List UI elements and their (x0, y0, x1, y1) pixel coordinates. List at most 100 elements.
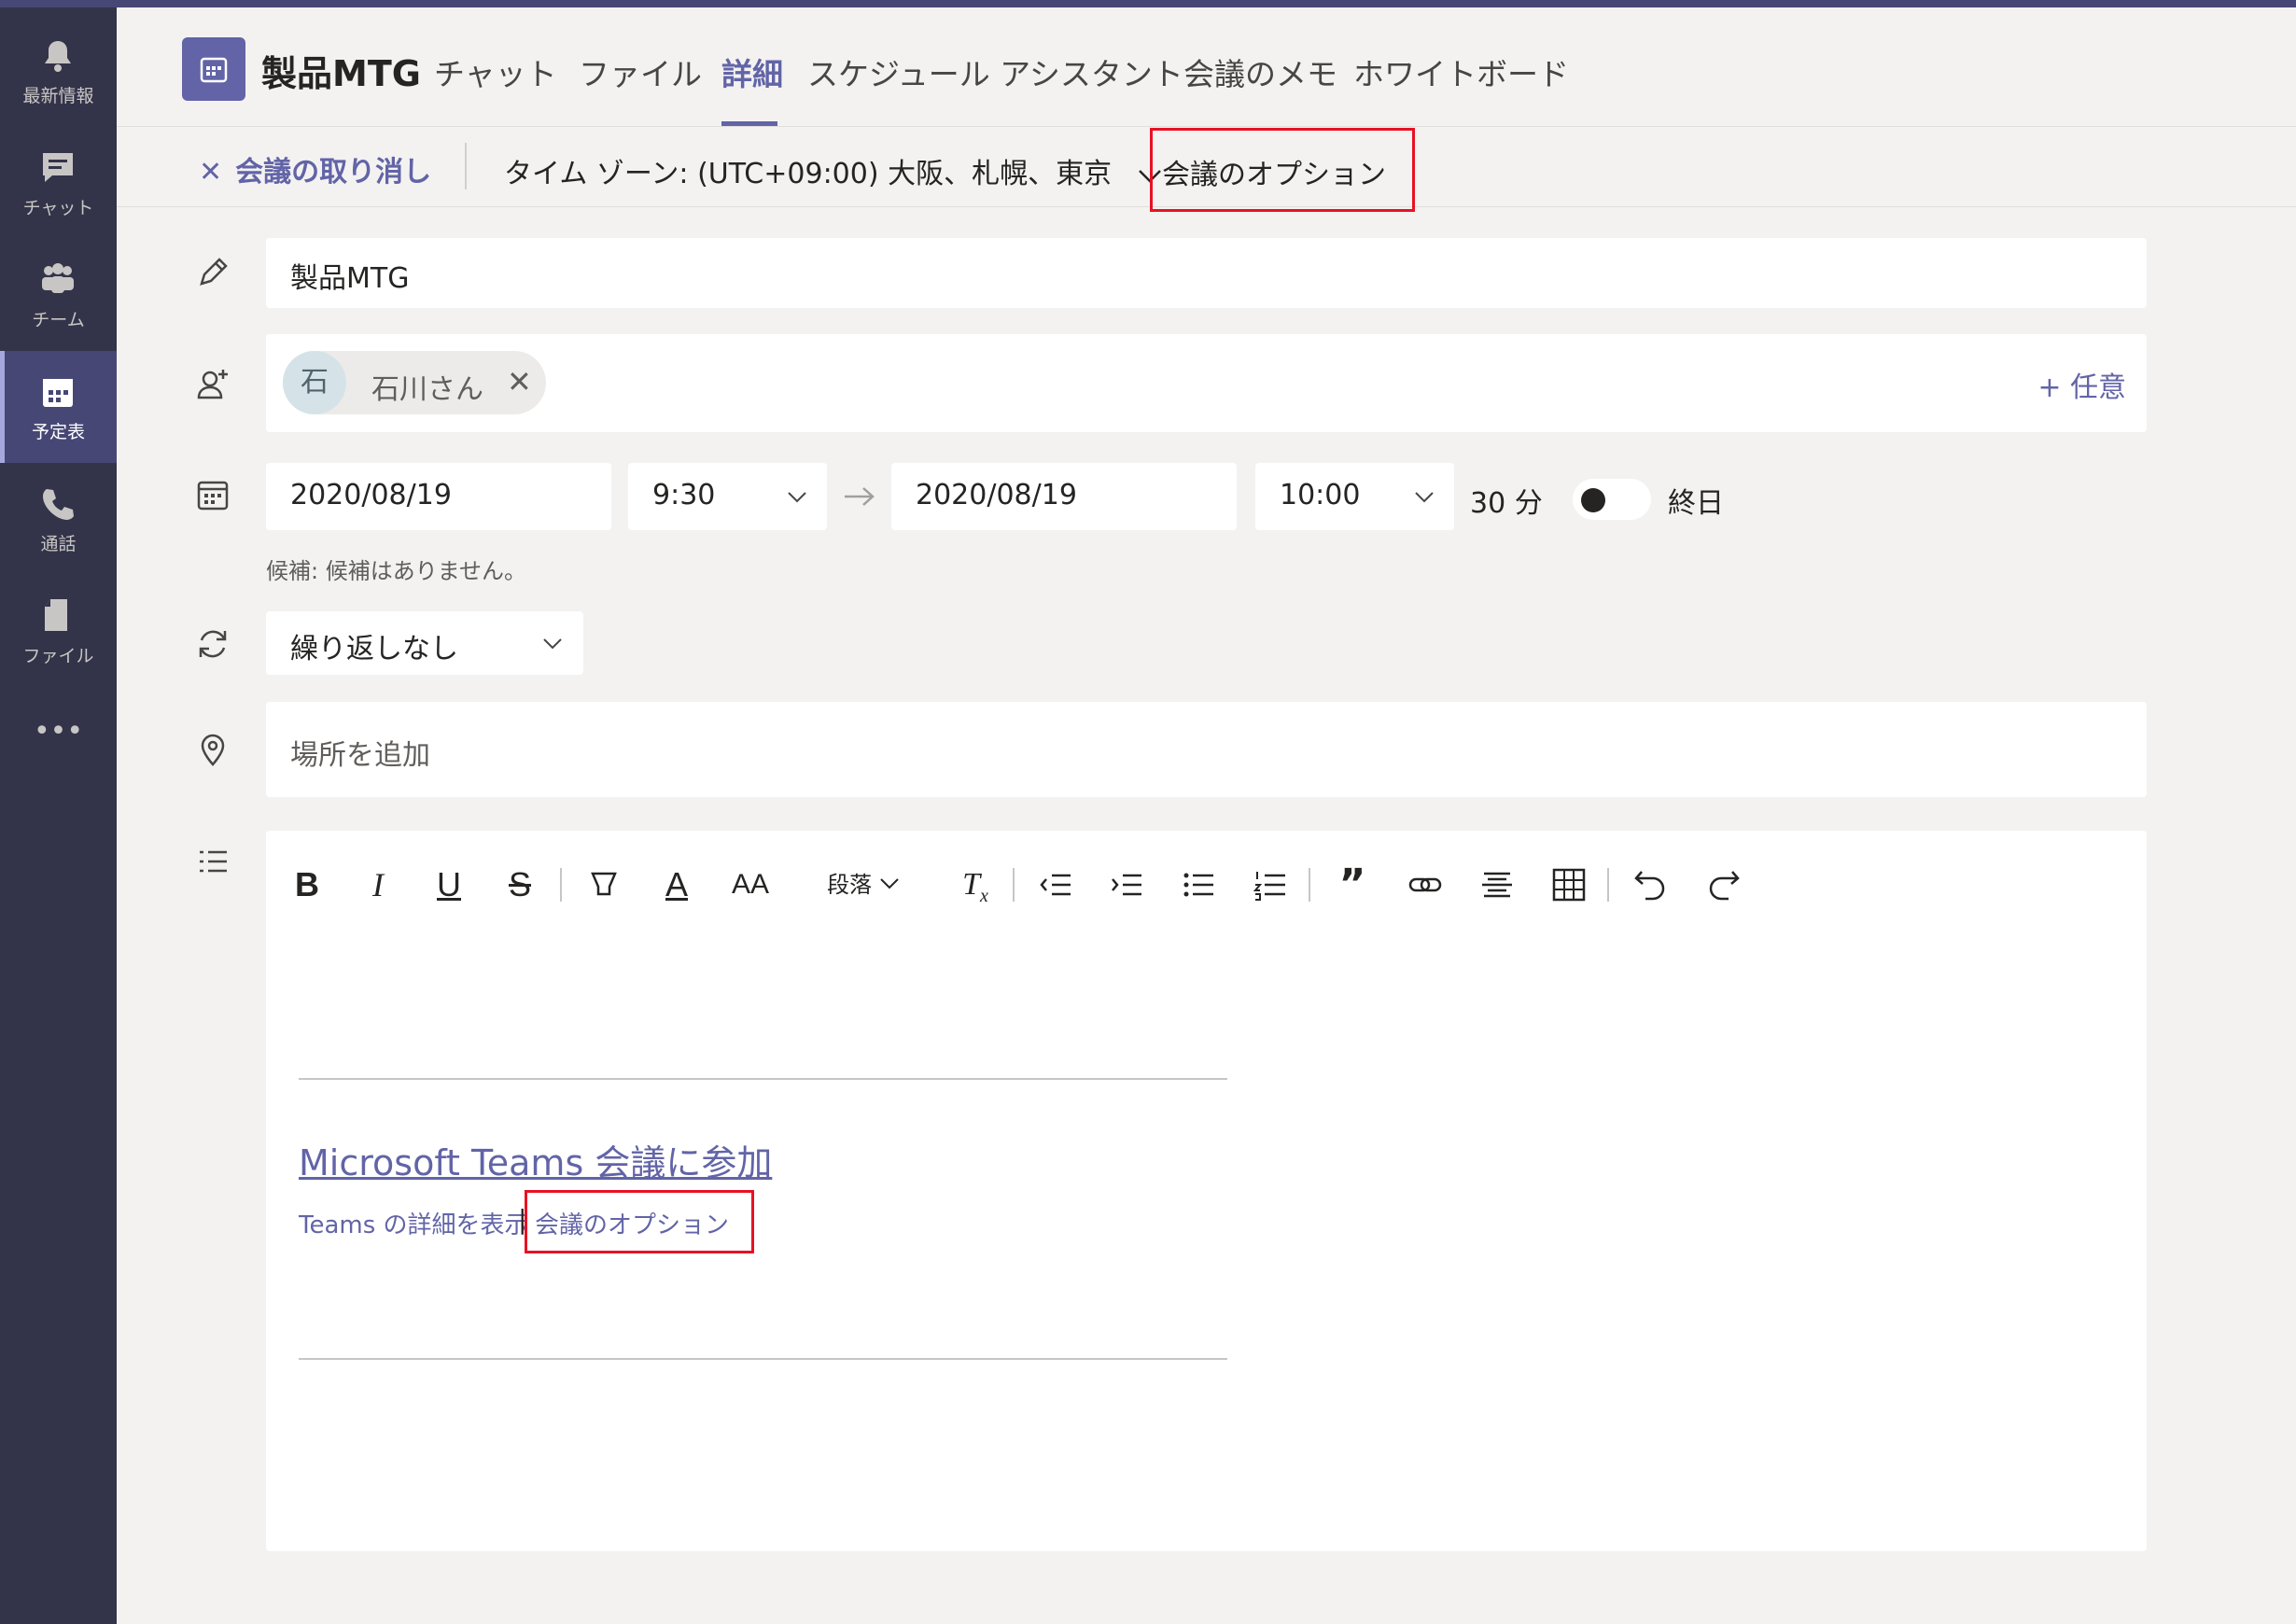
calendar-icon (43, 379, 73, 407)
recurrence-value: 繰り返しなし (290, 633, 458, 665)
list-details-icon (200, 850, 227, 873)
start-date-value: 2020/08/19 (290, 479, 452, 511)
redo-icon[interactable] (1701, 859, 1745, 911)
divider-line (299, 1358, 1227, 1360)
rail-label: 最新情報 (22, 86, 94, 106)
paragraph-label: 段落 (827, 872, 873, 898)
description-editor[interactable]: B I U S A AA 段落 Tx ” Microsoft Teams 会議に… (266, 831, 2147, 1551)
font-color-icon[interactable]: A (656, 859, 697, 911)
divider-line (299, 1078, 1227, 1080)
meeting-options-label: 会議のオプション (1162, 159, 1386, 191)
file-icon (45, 599, 67, 631)
toolbar-divider (1309, 868, 1310, 902)
more-icon: ••• (33, 715, 84, 748)
paragraph-dropdown[interactable]: 段落 (817, 859, 910, 911)
highlight-icon[interactable] (583, 859, 624, 911)
calendar-icon (197, 481, 229, 511)
rail-item-files[interactable]: ファイル (0, 575, 117, 687)
command-divider (465, 143, 467, 189)
tab-meeting-notes[interactable]: 会議のメモ (1183, 49, 1337, 94)
meeting-title: 製品MTG (261, 53, 421, 94)
attendee-chip[interactable]: 石 石川さん ✕ (283, 351, 546, 414)
increase-indent-icon[interactable] (1104, 859, 1149, 911)
rail-label: チャット (22, 198, 94, 218)
undo-icon[interactable] (1629, 859, 1673, 911)
attendee-name: 石川さん (371, 373, 483, 406)
pencil-icon (200, 258, 228, 286)
rail-item-calls[interactable]: 通話 (0, 463, 117, 575)
clear-formatting-icon[interactable]: Tx (952, 859, 999, 911)
rail-item-chat[interactable]: チャット (0, 127, 117, 239)
start-date-field[interactable]: 2020/08/19 (266, 463, 611, 530)
font-size-icon[interactable]: AA (727, 859, 774, 911)
rail-item-activity[interactable]: 最新情報 (0, 15, 117, 127)
location-pin-icon (201, 734, 225, 766)
remove-attendee-icon[interactable]: ✕ (507, 364, 532, 399)
rail-label: 予定表 (31, 422, 85, 442)
repeat-icon (199, 630, 227, 658)
underline-icon[interactable]: U (428, 859, 469, 911)
rail-item-more[interactable]: ••• (0, 687, 117, 799)
start-time-dropdown[interactable]: 9:30 (628, 463, 827, 530)
recurrence-dropdown[interactable]: 繰り返しなし (266, 611, 583, 675)
tab-details[interactable]: 詳細 (721, 49, 783, 94)
meeting-calendar-icon (182, 37, 245, 101)
end-time-value: 10:00 (1280, 479, 1361, 511)
teams-details-link[interactable]: Teams の詳細を表示 (299, 1206, 529, 1240)
arrow-right-icon (845, 487, 875, 506)
join-meeting-link[interactable]: Microsoft Teams 会議に参加 (299, 1134, 772, 1185)
italic-icon[interactable]: I (357, 859, 399, 911)
end-date-field[interactable]: 2020/08/19 (891, 463, 1237, 530)
command-bar: ✕ 会議の取り消し タイム ゾーン: (UTC+09:00) 大阪、札幌、東京 会… (117, 128, 2296, 212)
start-time-value: 9:30 (652, 479, 716, 511)
phone-icon (43, 489, 74, 520)
quote-icon[interactable]: ” (1330, 859, 1375, 911)
strikethrough-icon[interactable]: S (499, 859, 540, 911)
numbered-list-icon[interactable] (1248, 859, 1293, 911)
cancel-meeting-button[interactable]: ✕ 会議の取り消し (199, 148, 431, 189)
meeting-options-link-box[interactable]: 会議のオプション (525, 1190, 754, 1253)
timezone-label: タイム ゾーン: (UTC+09:00) 大阪、札幌、東京 (504, 158, 1113, 190)
all-day-label: 終日 (1668, 487, 1724, 520)
chevron-down-icon (880, 878, 899, 889)
add-optional-attendee-button[interactable]: + 任意 (2037, 364, 2126, 405)
teams-icon (42, 263, 74, 293)
toolbar-divider (1013, 868, 1015, 902)
location-field[interactable]: 場所を追加 (266, 702, 2147, 797)
toolbar-divider (560, 868, 562, 902)
bulleted-list-icon[interactable] (1176, 859, 1221, 911)
bell-icon (45, 41, 71, 72)
bold-icon[interactable]: B (287, 859, 328, 911)
meeting-options-link[interactable]: 会議のオプション (535, 1206, 729, 1240)
window-top-strip (0, 0, 2296, 7)
tab-chat[interactable]: チャット (434, 49, 557, 94)
active-tab-indicator (721, 121, 777, 126)
tab-scheduling-assistant[interactable]: スケジュール アシスタント (807, 49, 1183, 94)
close-icon: ✕ (199, 156, 223, 189)
chevron-down-icon (543, 638, 562, 650)
location-placeholder: 場所を追加 (290, 739, 430, 772)
rail-item-teams[interactable]: チーム (0, 239, 117, 351)
end-time-dropdown[interactable]: 10:00 (1255, 463, 1454, 530)
chevron-down-icon (788, 492, 806, 503)
rail-label: 通話 (40, 534, 77, 554)
all-day-toggle[interactable] (1573, 479, 1651, 520)
link-icon[interactable] (1403, 859, 1448, 911)
attendees-field[interactable]: 石 石川さん ✕ + 任意 (266, 334, 2147, 432)
title-input-value: 製品MTG (290, 262, 410, 295)
meeting-header: 製品MTG チャット ファイル 詳細 スケジュール アシスタント 会議のメモ ホ… (117, 7, 2296, 127)
rail-label: チーム (32, 310, 85, 330)
add-person-icon (197, 370, 228, 399)
decrease-indent-icon[interactable] (1033, 859, 1078, 911)
tab-whiteboard[interactable]: ホワイトボード (1353, 49, 1569, 94)
timezone-dropdown[interactable]: タイム ゾーン: (UTC+09:00) 大阪、札幌、東京 (504, 150, 1162, 191)
duration-label: 30 分 (1470, 487, 1543, 520)
tab-files[interactable]: ファイル (579, 49, 702, 94)
horizontal-rule-icon[interactable] (1475, 859, 1519, 911)
rail-item-calendar[interactable]: 予定表 (0, 351, 117, 463)
table-icon[interactable] (1547, 859, 1591, 911)
chat-icon (43, 153, 73, 182)
title-field[interactable]: 製品MTG (266, 238, 2147, 308)
meeting-options-button[interactable]: 会議のオプション (1150, 128, 1415, 212)
toolbar-divider (1607, 868, 1609, 902)
